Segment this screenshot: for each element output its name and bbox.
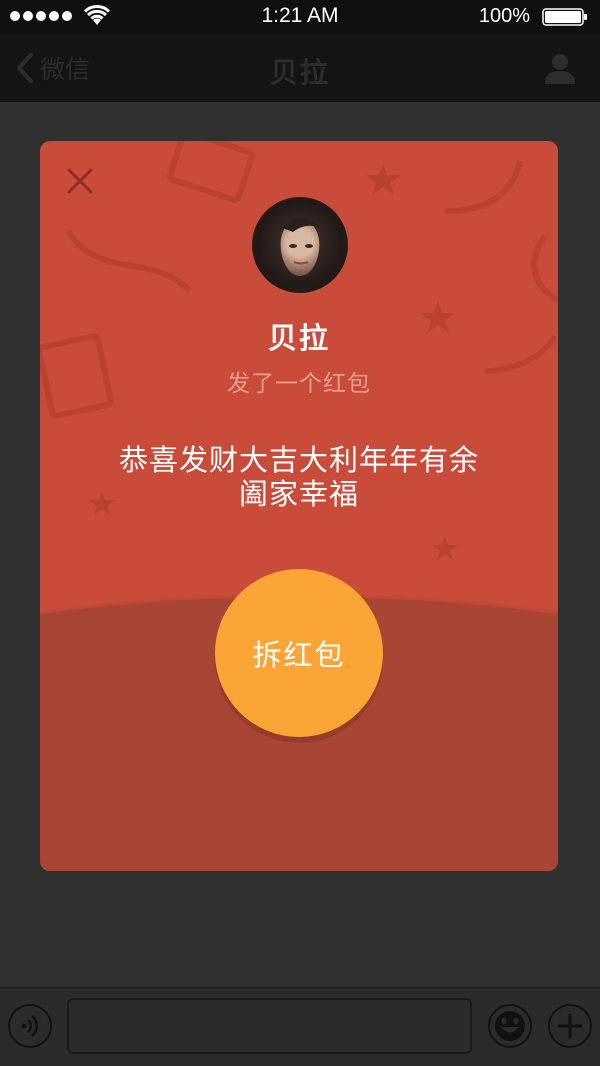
- greeting-message: 恭喜发财大吉大利年年有余 阖家幸福: [80, 443, 518, 511]
- voice-button[interactable]: [8, 1004, 52, 1048]
- greeting-line-2: 阖家幸福: [238, 477, 359, 511]
- battery-percent: 100%: [478, 5, 530, 27]
- greeting-line-1: 恭喜发财大吉大利年年有余: [118, 443, 479, 477]
- voice-icon: [21, 1015, 38, 1037]
- person-icon[interactable]: [542, 50, 578, 86]
- packet-subtitle: 发了一个红包: [227, 371, 371, 397]
- chat-title: 贝拉: [269, 56, 330, 89]
- open-red-packet-button[interactable]: 拆红包: [215, 569, 383, 737]
- message-input[interactable]: [67, 998, 472, 1054]
- plus-icon: [558, 1014, 582, 1038]
- chat-input-bar: [0, 987, 600, 1066]
- close-icon[interactable]: [66, 167, 94, 195]
- emoji-icon: [495, 1011, 525, 1041]
- emoji-button[interactable]: [488, 1004, 532, 1048]
- avatar: [252, 197, 348, 293]
- sender-name: 贝拉: [267, 321, 330, 355]
- red-packet-card: 贝拉 发了一个红包 恭喜发财大吉大利年年有余 阖家幸福 拆红包: [40, 141, 558, 871]
- status-bar: 1:21 AM 100%: [0, 0, 600, 34]
- plus-button[interactable]: [548, 1004, 592, 1048]
- battery-icon: [542, 8, 587, 26]
- nav-bar: 微信 贝拉: [0, 34, 600, 102]
